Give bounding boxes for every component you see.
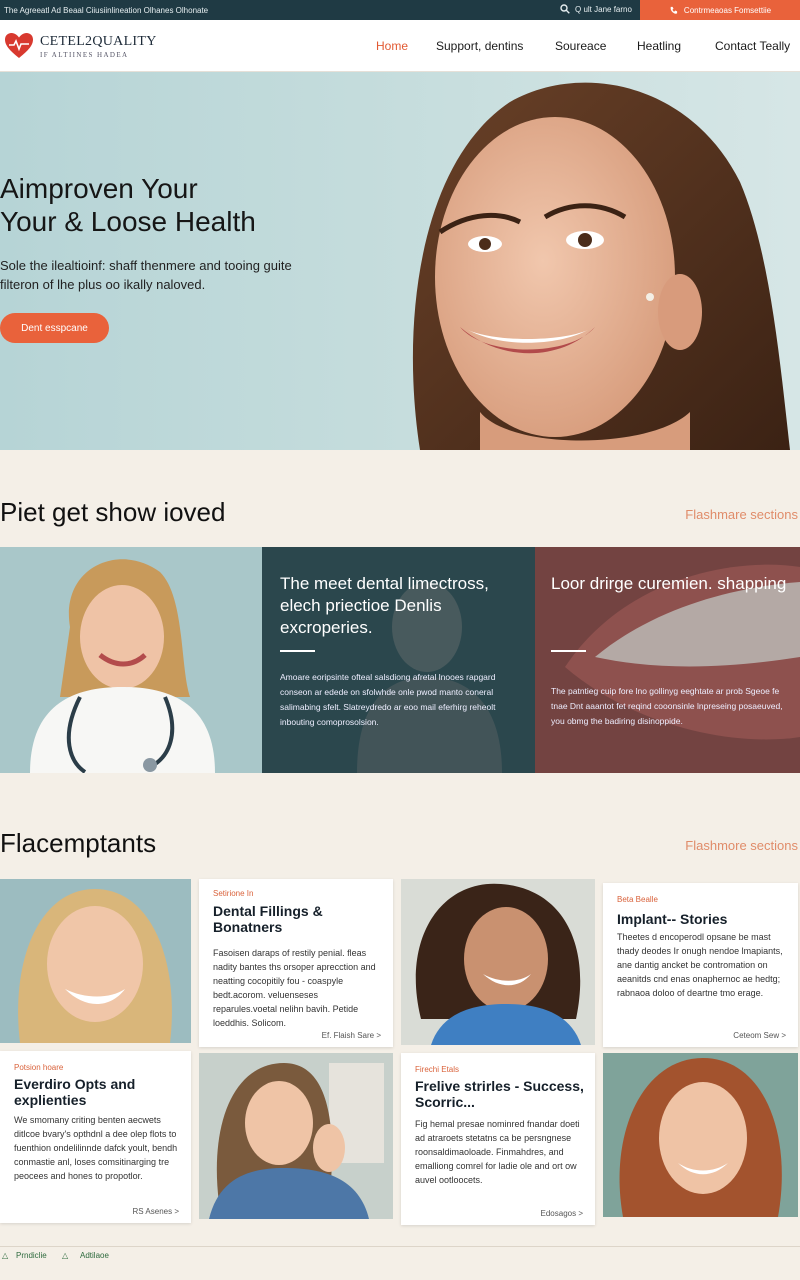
feature-panel-2-divider	[280, 650, 315, 652]
patient-photo-1	[0, 879, 191, 1043]
card-4-body: Fig hemal presae nominred fnandar doeti …	[415, 1119, 580, 1185]
card-everdiro-opts[interactable]: Potsion hoare Everdiro Opts and explient…	[0, 1051, 191, 1223]
card-3-kicker: Potsion hoare	[14, 1063, 64, 1072]
hero-subtitle: Sole the ilealtioinf: shaff thenmere and…	[0, 258, 292, 292]
contact-cta-button[interactable]: Contrmeaoas Fomsettiie	[640, 0, 800, 20]
phone-icon	[670, 6, 678, 14]
heart-tooth-logo-icon	[5, 33, 33, 58]
hero-title: Aimproven Your Your & Loose Health	[0, 172, 256, 238]
section2-title: Flacemptants	[0, 828, 157, 858]
card-2-more-link[interactable]: Ceteom Sew >	[733, 1031, 786, 1040]
brand-tagline: IF ALTIINES HADEA	[40, 50, 129, 59]
card-2-title: Implant-- Stories	[617, 911, 728, 927]
feature-panel-3-title: Loor drirge curemien. shapping	[551, 574, 787, 593]
feature-panel-3-divider	[551, 650, 586, 652]
hero-title-line-2: Your & Loose Health	[0, 206, 256, 237]
nav-healing[interactable]: Heatling	[637, 39, 681, 53]
feature-panel-2[interactable]: The meet dental limectross, elech priect…	[262, 547, 535, 773]
nav-resources[interactable]: Soureace	[555, 39, 606, 53]
doctor-photo-panel	[0, 547, 262, 773]
card-implant-stories[interactable]: Beta Bealle Implant-- Stories Theetes d …	[603, 883, 798, 1047]
card-3-title: Everdiro Opts and explienties	[14, 1076, 136, 1108]
card-2-body: Theetes d encoperodl opsane be mast thad…	[617, 932, 783, 998]
card-dental-fillings[interactable]: Setirione In Dental Fillings & Bonatners…	[199, 879, 393, 1047]
hero-section: Aimproven Your Your & Loose Health Sole …	[0, 72, 800, 450]
card-1-body: Fasoisen daraps of restily penial. fleas…	[213, 948, 376, 1028]
doctor-photo	[0, 547, 262, 773]
hero-title-line-1: Aimproven Your	[0, 173, 198, 204]
card-4-more-link[interactable]: Edosagos >	[541, 1209, 583, 1218]
hero-portrait-image	[412, 82, 790, 450]
brand-logo[interactable]: CETEL2QUALITY IF ALTIINES HADEA	[4, 31, 157, 61]
footer-right-link[interactable]: Adtilaoe	[80, 1251, 109, 1260]
brand-name: CETEL2QUALITY	[40, 33, 157, 49]
nav-home[interactable]: Home	[376, 39, 408, 53]
card-3-more-link[interactable]: RS Asenes >	[133, 1207, 179, 1216]
nav-contact[interactable]: Contact Teally	[715, 39, 790, 53]
section2-more-link[interactable]: Flashmore sections	[685, 838, 798, 853]
footer-right-icon: △	[62, 1251, 69, 1260]
card-4-kicker: Firechi Etals	[415, 1065, 460, 1074]
card-1-kicker: Setirione In	[213, 889, 254, 898]
site-footer: △ Prndiclie △ Adtilaoe	[0, 1246, 800, 1280]
footer-left-icon: △	[2, 1251, 9, 1260]
section1-more-link[interactable]: Flashmare sections	[685, 507, 798, 522]
card-1-more-link[interactable]: Ef. Flaish Sare >	[322, 1031, 381, 1040]
nav-support[interactable]: Support, dentins	[436, 39, 523, 53]
search-icon	[560, 4, 570, 14]
card-4-title: Frelive strirles - Success, Scorric...	[415, 1078, 584, 1110]
utility-bar-text: The Agreeatl Ad Beaal Ciiusiinlineation …	[4, 6, 209, 15]
utility-search[interactable]: Q ult Jane farno	[560, 4, 632, 14]
section1-title: Piet get show ioved	[0, 497, 226, 527]
site-header: CETEL2QUALITY IF ALTIINES HADEA Home Sup…	[0, 20, 800, 72]
contact-cta-label: Contrmeaoas Fomsettiie	[683, 5, 772, 15]
patient-photo-4	[603, 1053, 798, 1217]
footer-left-link[interactable]: Prndiclie	[16, 1251, 47, 1260]
card-3-body: We smomany criting benten aecwets ditlco…	[14, 1115, 178, 1181]
card-2-kicker: Beta Bealle	[617, 895, 658, 904]
utility-bar: The Agreeatl Ad Beaal Ciiusiinlineation …	[0, 0, 800, 20]
utility-search-label: Q ult Jane farno	[575, 4, 632, 14]
hero-cta-button[interactable]: Dent esspcane	[0, 313, 109, 343]
feature-panel-3[interactable]: Loor drirge curemien. shapping The patnt…	[535, 547, 800, 773]
card-1-title: Dental Fillings & Bonatners	[213, 903, 323, 935]
feature-panel-2-body: Amoare eoripsinte ofteal salsdiong afret…	[280, 672, 496, 727]
card-frelive-stories[interactable]: Firechi Etals Frelive strirles - Success…	[401, 1053, 595, 1225]
feature-panel-3-body: The patntieg cuip fore lno gollinyg eegh…	[551, 686, 783, 726]
patient-photo-3	[199, 1053, 393, 1219]
patient-photo-2	[401, 879, 595, 1045]
feature-panel-2-title: The meet dental limectross, elech priect…	[280, 574, 489, 637]
